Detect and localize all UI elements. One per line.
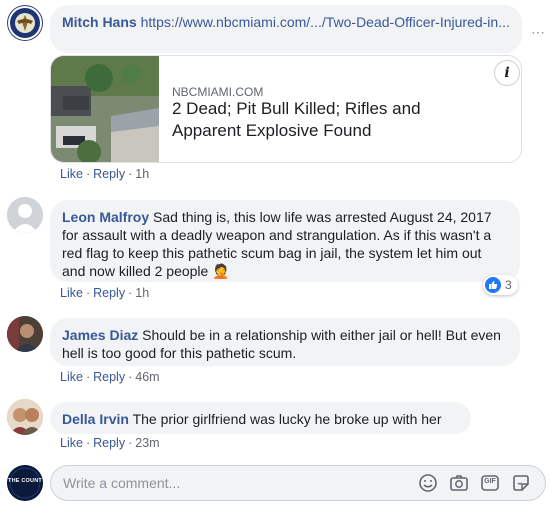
profile-photo-icon [7,399,43,435]
info-icon[interactable]: i [494,60,520,86]
comment-author[interactable]: Della Irvin [62,411,129,427]
timestamp[interactable]: 46m [135,370,159,384]
gif-icon[interactable]: GIF [480,473,500,493]
separator: · [128,370,133,384]
facepalm-emoji: 🤦 [212,264,230,280]
separator: · [128,286,133,300]
comment-composer[interactable]: Write a comment... GIF [50,465,546,501]
seal-icon [8,6,42,40]
comment-bubble: Mitch Hans https://www.nbcmiami.com/.../… [50,5,522,163]
reply-link[interactable]: Reply [93,167,125,181]
emoji-icon[interactable] [418,473,438,493]
comment-actions: Like · Reply · 1h [60,286,149,300]
comment-actions: Like · Reply · 46m [60,370,160,384]
comment-bubble: James Diaz Should be in a relationship w… [50,318,520,366]
avatar[interactable] [7,5,43,41]
avatar[interactable] [7,316,43,352]
like-link[interactable]: Like [60,436,83,450]
like-link[interactable]: Like [60,286,83,300]
separator: · [85,167,91,181]
current-user-avatar[interactable]: THE COUNT [7,465,43,501]
link-preview-card[interactable]: NBCMIAMI.COM 2 Dead; Pit Bull Killed; Ri… [50,55,522,163]
composer-icons: GIF [418,473,531,493]
timestamp[interactable]: 1h [135,286,149,300]
the-count-logo-text: THE COUNT [8,478,42,484]
gif-label: GIF [484,478,496,485]
default-avatar-icon [7,197,43,233]
comment-author[interactable]: James Diaz [62,327,138,343]
timestamp[interactable]: 23m [135,436,159,450]
avatar[interactable] [7,197,43,233]
comment-link[interactable]: https://www.nbcmiami.com/.../Two-Dead-Of… [141,14,510,30]
link-thumbnail[interactable] [51,56,159,162]
link-title[interactable]: 2 Dead; Pit Bull Killed; Rifles and Appa… [172,98,472,142]
separator: · [85,286,91,300]
separator: · [128,436,133,450]
comment-text: The prior girlfriend was lucky he broke … [132,411,442,427]
reply-link[interactable]: Reply [93,286,125,300]
camera-icon[interactable] [449,473,469,493]
reply-link[interactable]: Reply [93,370,125,384]
reaction-count-badge[interactable]: 3 [483,275,518,295]
separator: · [85,436,91,450]
separator: · [128,167,133,181]
comment-author[interactable]: Mitch Hans [62,14,137,30]
comment-author[interactable]: Leon Malfroy [62,209,149,225]
comment-input[interactable]: Write a comment... [63,466,180,500]
avatar[interactable] [7,399,43,435]
like-link[interactable]: Like [60,167,83,181]
comment-actions: Like · Reply · 1h [60,167,149,181]
comment-actions: Like · Reply · 23m [60,436,160,450]
like-link[interactable]: Like [60,370,83,384]
comment-bubble: Della Irvin The prior girlfriend was luc… [50,402,471,434]
profile-photo-icon [7,316,43,352]
comment-bubble: Leon Malfroy Sad thing is, this low life… [50,200,520,282]
like-reaction-icon [485,277,501,293]
sticker-icon[interactable] [511,473,531,493]
more-options-icon[interactable]: ⋯ [531,24,546,41]
timestamp[interactable]: 1h [135,167,149,181]
separator: · [85,370,91,384]
reply-link[interactable]: Reply [93,436,125,450]
reaction-count: 3 [505,278,512,292]
